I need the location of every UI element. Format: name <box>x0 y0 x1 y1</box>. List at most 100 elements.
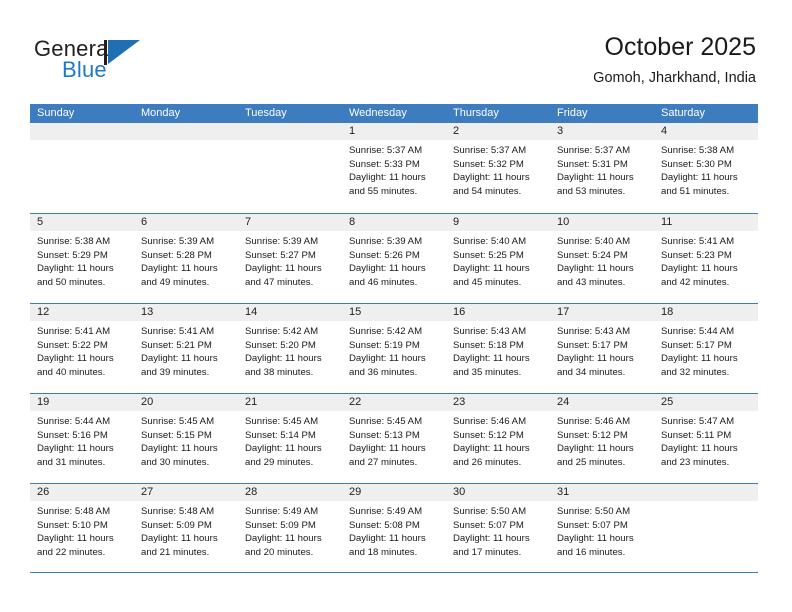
calendar-day-cell[interactable]: 25 Sunrise: 5:47 AM Sunset: 5:11 PM Dayligh… <box>654 394 758 483</box>
calendar-day-cell[interactable]: 16 Sunrise: 5:43 AM Sunset: 5:18 PM Dayligh… <box>446 304 550 393</box>
calendar-week-row: 26 Sunrise: 5:48 AM Sunset: 5:10 PM Dayligh… <box>30 483 758 573</box>
calendar-day-cell[interactable]: 23 Sunrise: 5:46 AM Sunset: 5:12 PM Dayligh… <box>446 394 550 483</box>
calendar-day-cell[interactable]: 29 Sunrise: 5:49 AM Sunset: 5:08 PM Dayligh… <box>342 484 446 572</box>
daylight-text-line1: Daylight: 11 hours <box>557 263 634 275</box>
day-number: 2 <box>446 123 550 140</box>
day-number: 18 <box>654 304 758 321</box>
day-number: 28 <box>238 484 342 501</box>
sunrise-text: Sunrise: 5:48 AM <box>141 506 215 517</box>
day-details: Sunrise: 5:38 AM Sunset: 5:29 PM Daylight:… <box>30 231 134 289</box>
sunrise-text: Sunrise: 5:49 AM <box>349 506 423 517</box>
calendar-day-cell[interactable]: 21 Sunrise: 5:45 AM Sunset: 5:14 PM Dayligh… <box>238 394 342 483</box>
daylight-text-line2: and 32 minutes. <box>661 366 730 378</box>
day-number: 1 <box>342 123 446 140</box>
sunset-text: Sunset: 5:25 PM <box>453 249 524 261</box>
calendar-day-cell[interactable]: 30 Sunrise: 5:50 AM Sunset: 5:07 PM Dayligh… <box>446 484 550 572</box>
sunrise-text: Sunrise: 5:37 AM <box>349 145 423 156</box>
calendar-day-cell[interactable]: 12 Sunrise: 5:41 AM Sunset: 5:22 PM Dayligh… <box>30 304 134 393</box>
sunrise-text: Sunrise: 5:46 AM <box>453 416 527 427</box>
daylight-text-line2: and 53 minutes. <box>557 185 626 197</box>
daylight-text-line2: and 55 minutes. <box>349 185 418 197</box>
daylight-text-line2: and 17 minutes. <box>453 546 522 558</box>
calendar-day-cell[interactable]: 7 Sunrise: 5:39 AM Sunset: 5:27 PM Daylight… <box>238 214 342 303</box>
calendar-day-cell[interactable]: 6 Sunrise: 5:39 AM Sunset: 5:28 PM Daylight… <box>134 214 238 303</box>
sunrise-text: Sunrise: 5:48 AM <box>37 506 111 517</box>
calendar-day-cell[interactable]: 9 Sunrise: 5:40 AM Sunset: 5:25 PM Daylight… <box>446 214 550 303</box>
sunrise-text: Sunrise: 5:45 AM <box>349 416 423 427</box>
sunset-text: Sunset: 5:09 PM <box>245 519 316 531</box>
weekday-header-thursday: Thursday <box>453 107 499 119</box>
daylight-text-line2: and 42 minutes. <box>661 276 730 288</box>
sunset-text: Sunset: 5:14 PM <box>245 429 316 441</box>
day-number: 11 <box>654 214 758 231</box>
calendar-day-cell[interactable]: 5 Sunrise: 5:38 AM Sunset: 5:29 PM Daylight… <box>30 214 134 303</box>
calendar-page: General Blue October 2025 Gomoh, Jharkha… <box>0 0 792 612</box>
calendar-day-cell[interactable]: 15 Sunrise: 5:42 AM Sunset: 5:19 PM Dayligh… <box>342 304 446 393</box>
calendar-day-cell[interactable]: 3 Sunrise: 5:37 AM Sunset: 5:31 PM Daylight… <box>550 123 654 213</box>
calendar-day-cell[interactable]: 27 Sunrise: 5:48 AM Sunset: 5:09 PM Dayligh… <box>134 484 238 572</box>
calendar-day-cell[interactable]: 13 Sunrise: 5:41 AM Sunset: 5:21 PM Dayligh… <box>134 304 238 393</box>
weekday-header-wednesday: Wednesday <box>349 107 407 119</box>
brand-name-blue: Blue <box>62 57 107 82</box>
calendar-week-row: 12 Sunrise: 5:41 AM Sunset: 5:22 PM Dayligh… <box>30 303 758 393</box>
daylight-text-line2: and 43 minutes. <box>557 276 626 288</box>
calendar-weeks: 1 Sunrise: 5:37 AM Sunset: 5:33 PM Daylight… <box>30 123 758 573</box>
calendar-day-cell[interactable]: 8 Sunrise: 5:39 AM Sunset: 5:26 PM Daylight… <box>342 214 446 303</box>
daylight-text-line2: and 25 minutes. <box>557 456 626 468</box>
sunrise-text: Sunrise: 5:50 AM <box>453 506 527 517</box>
weekday-header-sunday: Sunday <box>37 107 75 119</box>
flag-triangle-shape <box>108 40 140 64</box>
daylight-text-line2: and 21 minutes. <box>141 546 210 558</box>
calendar-day-cell[interactable]: 14 Sunrise: 5:42 AM Sunset: 5:20 PM Dayligh… <box>238 304 342 393</box>
calendar-day-cell[interactable]: 2 Sunrise: 5:37 AM Sunset: 5:32 PM Daylight… <box>446 123 550 213</box>
daylight-text-line1: Daylight: 11 hours <box>349 263 426 275</box>
day-details: Sunrise: 5:38 AM Sunset: 5:30 PM Daylight:… <box>654 140 758 198</box>
daylight-text-line1: Daylight: 11 hours <box>453 263 530 275</box>
calendar-day-cell[interactable]: 11 Sunrise: 5:41 AM Sunset: 5:23 PM Dayligh… <box>654 214 758 303</box>
sunset-text: Sunset: 5:31 PM <box>557 158 628 170</box>
calendar-day-cell[interactable]: 10 Sunrise: 5:40 AM Sunset: 5:24 PM Dayligh… <box>550 214 654 303</box>
weekday-header-monday: Monday <box>141 107 181 119</box>
day-number <box>238 123 342 140</box>
sunset-text: Sunset: 5:13 PM <box>349 429 420 441</box>
calendar-day-cell[interactable]: 26 Sunrise: 5:48 AM Sunset: 5:10 PM Dayligh… <box>30 484 134 572</box>
day-number: 7 <box>238 214 342 231</box>
day-number: 19 <box>30 394 134 411</box>
daylight-text-line1: Daylight: 11 hours <box>661 172 738 184</box>
calendar-day-cell[interactable]: 18 Sunrise: 5:44 AM Sunset: 5:17 PM Dayligh… <box>654 304 758 393</box>
sunset-text: Sunset: 5:30 PM <box>661 158 732 170</box>
day-number: 14 <box>238 304 342 321</box>
day-details: Sunrise: 5:49 AM Sunset: 5:08 PM Daylight:… <box>342 501 446 559</box>
sunrise-text: Sunrise: 5:43 AM <box>557 326 631 337</box>
day-number: 21 <box>238 394 342 411</box>
sunrise-text: Sunrise: 5:42 AM <box>349 326 423 337</box>
calendar-day-cell[interactable]: 4 Sunrise: 5:38 AM Sunset: 5:30 PM Daylight… <box>654 123 758 213</box>
daylight-text-line1: Daylight: 11 hours <box>37 353 114 365</box>
calendar-day-cell[interactable]: 22 Sunrise: 5:45 AM Sunset: 5:13 PM Dayligh… <box>342 394 446 483</box>
day-details: Sunrise: 5:45 AM Sunset: 5:15 PM Daylight:… <box>134 411 238 469</box>
calendar-day-cell[interactable]: 24 Sunrise: 5:46 AM Sunset: 5:12 PM Dayligh… <box>550 394 654 483</box>
calendar-day-cell[interactable]: 31 Sunrise: 5:50 AM Sunset: 5:07 PM Dayligh… <box>550 484 654 572</box>
sunset-text: Sunset: 5:16 PM <box>37 429 108 441</box>
calendar-day-cell[interactable]: 28 Sunrise: 5:49 AM Sunset: 5:09 PM Dayligh… <box>238 484 342 572</box>
day-number: 30 <box>446 484 550 501</box>
sunrise-text: Sunrise: 5:49 AM <box>245 506 319 517</box>
calendar-day-cell[interactable]: 19 Sunrise: 5:44 AM Sunset: 5:16 PM Dayligh… <box>30 394 134 483</box>
daylight-text-line1: Daylight: 11 hours <box>37 533 114 545</box>
calendar-day-cell[interactable]: 17 Sunrise: 5:43 AM Sunset: 5:17 PM Dayligh… <box>550 304 654 393</box>
day-number: 5 <box>30 214 134 231</box>
daylight-text-line2: and 35 minutes. <box>453 366 522 378</box>
daylight-text-line1: Daylight: 11 hours <box>661 443 738 455</box>
sunset-text: Sunset: 5:15 PM <box>141 429 212 441</box>
calendar-day-cell[interactable]: 1 Sunrise: 5:37 AM Sunset: 5:33 PM Daylight… <box>342 123 446 213</box>
calendar-day-cell[interactable]: 20 Sunrise: 5:45 AM Sunset: 5:15 PM Dayligh… <box>134 394 238 483</box>
day-details: Sunrise: 5:41 AM Sunset: 5:22 PM Daylight:… <box>30 321 134 379</box>
daylight-text-line1: Daylight: 11 hours <box>557 353 634 365</box>
daylight-text-line1: Daylight: 11 hours <box>245 263 322 275</box>
daylight-text-line1: Daylight: 11 hours <box>661 353 738 365</box>
day-number: 23 <box>446 394 550 411</box>
page-header: General Blue October 2025 Gomoh, Jharkha… <box>0 0 792 100</box>
day-details: Sunrise: 5:42 AM Sunset: 5:19 PM Daylight:… <box>342 321 446 379</box>
daylight-text-line1: Daylight: 11 hours <box>245 533 322 545</box>
daylight-text-line1: Daylight: 11 hours <box>141 443 218 455</box>
